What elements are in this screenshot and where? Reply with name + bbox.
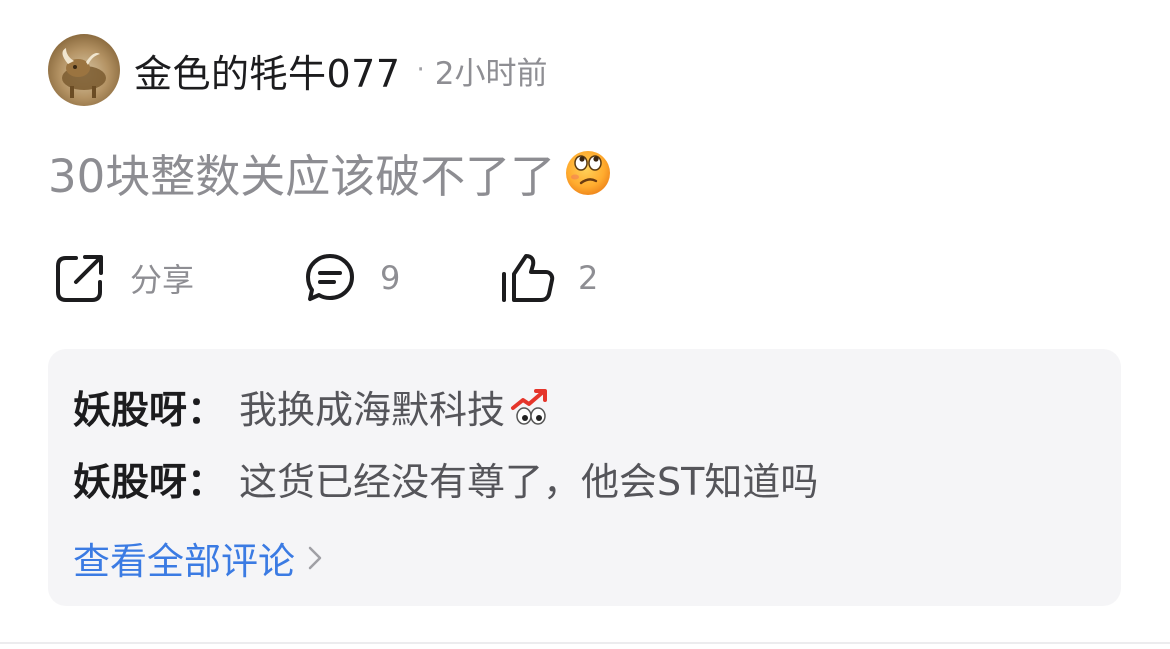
thumbs-up-icon [500, 250, 556, 306]
share-label: 分享 [130, 261, 195, 299]
thinking-emoji-icon [563, 147, 613, 197]
chart-up-emoji-icon [509, 386, 551, 428]
chevron-right-icon [307, 537, 323, 580]
comment-preview: 妖股呀： 我换成海默科技 妖股呀： 这货已经没有尊了，他会ST知道吗 查看全部评… [48, 349, 1121, 606]
avatar[interactable] [48, 34, 120, 106]
post-card: 金色的牦牛077 · 2小时前 30块整数关应该破不了了 分享 9 2 妖股呀：… [0, 0, 1170, 649]
comment-count: 9 [380, 259, 401, 297]
like-button[interactable]: 2 [500, 246, 598, 310]
post-text: 30块整数关应该破不了了 [48, 149, 556, 203]
comment-text: 这货已经没有尊了，他会ST知道吗 [239, 460, 819, 504]
comment-author[interactable]: 妖股呀： [73, 451, 225, 506]
share-button[interactable]: 分享 [52, 246, 194, 310]
post-header: 金色的牦牛077 · 2小时前 [48, 34, 548, 106]
comment-text: 我换成海默科技 [239, 388, 506, 432]
comment-icon [302, 250, 358, 306]
like-count: 2 [578, 259, 599, 297]
author-name[interactable]: 金色的牦牛077 [134, 43, 401, 98]
post-content[interactable]: 30块整数关应该破不了了 [48, 140, 613, 204]
view-all-comments-link[interactable]: 查看全部评论 [73, 531, 323, 585]
post-time: 2小时前 [434, 55, 548, 92]
divider [0, 642, 1170, 644]
share-icon [52, 250, 108, 306]
comment-author[interactable]: 妖股呀： [73, 379, 225, 434]
golden-bull-avatar-icon [62, 48, 106, 98]
view-all-label: 查看全部评论 [73, 540, 295, 583]
action-bar: 分享 9 2 [0, 246, 1170, 310]
comment-item[interactable]: 妖股呀： 这货已经没有尊了，他会ST知道吗 [73, 451, 818, 506]
comment-button[interactable]: 9 [302, 246, 400, 310]
comment-item[interactable]: 妖股呀： 我换成海默科技 [73, 379, 551, 434]
time-separator: · [416, 55, 425, 85]
